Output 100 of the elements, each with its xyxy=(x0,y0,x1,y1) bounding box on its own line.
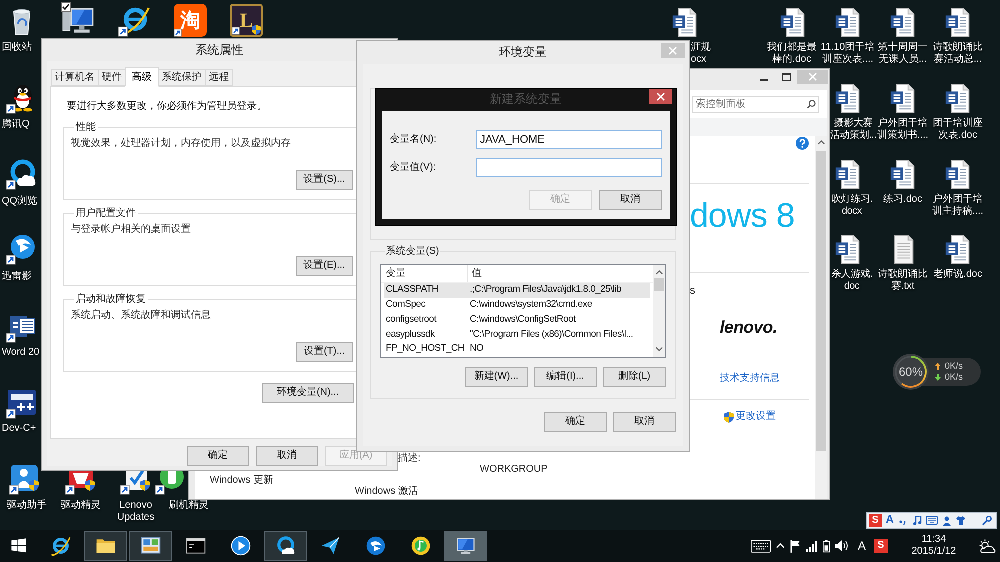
desktop-icon-label[interactable]: 驱动精灵 xyxy=(54,500,108,512)
input-field[interactable] xyxy=(476,158,662,177)
music-note-icon[interactable] xyxy=(912,516,922,526)
tab[interactable]: 远程 xyxy=(205,69,233,86)
input-method-logo[interactable]: S xyxy=(869,514,882,527)
help-icon[interactable] xyxy=(796,137,809,150)
field-label: 描述: xyxy=(398,453,421,464)
signal-icon[interactable] xyxy=(806,540,818,552)
person-icon[interactable] xyxy=(942,516,952,526)
scroll-down-icon[interactable] xyxy=(656,347,662,352)
desktop-icon-label[interactable]: 团干培训座次表.doc xyxy=(931,118,985,142)
desktop-icon-label[interactable]: 刷机精灵 xyxy=(162,500,216,512)
wrench-icon[interactable] xyxy=(982,516,992,526)
desktop-icon-label[interactable]: 摄影大赛活动策划... xyxy=(830,118,877,142)
desktop-icon-label[interactable]: 涯规ocx xyxy=(691,42,713,66)
shirt-icon[interactable] xyxy=(956,516,966,526)
computer-icon xyxy=(454,535,476,557)
desktop-icon-label[interactable]: 老师说.doc xyxy=(931,269,985,281)
desktop-icon-label[interactable]: 诗歌朗诵比赛.txt xyxy=(877,269,929,293)
desktop-icon-label[interactable]: Word 20 xyxy=(2,347,40,359)
notice-text: 要进行大多数更改，你必须作为管理员登录。 xyxy=(67,100,268,113)
video-player-icon xyxy=(230,535,252,557)
desktop-icon-label[interactable]: 户外团干培训策划书.... xyxy=(877,118,929,142)
caret-up-icon[interactable] xyxy=(776,543,785,549)
tab[interactable]: 计算机名 xyxy=(51,69,99,86)
delete-button[interactable]: 删除(L) xyxy=(603,367,666,387)
new-button[interactable]: 新建(W)... xyxy=(465,367,528,387)
speaker-icon[interactable] xyxy=(834,540,849,552)
desktop-icon-label[interactable]: 吹灯练习.docx xyxy=(830,194,874,218)
ok-button[interactable]: 确定 xyxy=(544,412,607,432)
edit-button[interactable]: 编辑(I)... xyxy=(534,367,597,387)
list-row[interactable]: CLASSPATH .;C:\Program Files\Java\jdk1.8.0_25\lib xyxy=(384,283,650,298)
cancel-button[interactable]: 取消 xyxy=(256,446,318,466)
battery-icon[interactable] xyxy=(822,540,830,552)
input-mode-label[interactable]: A xyxy=(858,540,866,552)
desktop-icon-label[interactable]: QQ浏览 xyxy=(2,196,38,208)
window-title: 系统属性 xyxy=(196,43,244,57)
environment-variables-button[interactable]: 环境变量(N)... xyxy=(262,383,354,403)
scroll-up-icon[interactable] xyxy=(818,140,824,145)
checkbox-icon[interactable] xyxy=(61,2,71,12)
driver-helper-icon[interactable] xyxy=(9,463,41,495)
support-link[interactable]: 技术支持信息 xyxy=(720,373,780,385)
column-header[interactable]: 变量 xyxy=(381,265,468,282)
desktop-icon-label[interactable]: 驱动助手 xyxy=(0,500,54,512)
list-row[interactable]: configsetroot C:\windows\ConfigSetRoot xyxy=(384,312,650,328)
input-method-logo[interactable]: S xyxy=(874,539,888,553)
tab[interactable]: 系统保护 xyxy=(158,69,206,86)
change-settings-link[interactable]: 更改设置 xyxy=(736,411,776,423)
settings-button[interactable]: 设置(E)... xyxy=(296,256,353,276)
desktop-icon-label[interactable]: 练习.doc xyxy=(877,194,929,206)
control-panel-icon xyxy=(140,535,162,557)
flag-icon[interactable] xyxy=(790,540,801,552)
desktop-icon-label[interactable]: 第十周周一无课人员... xyxy=(877,42,929,66)
cancel-button[interactable]: 取消 xyxy=(613,412,676,432)
desktop-icon-label[interactable]: Dev-C+ xyxy=(2,423,36,435)
section-heading: Windows 更新 xyxy=(210,475,274,486)
usage-ring[interactable]: 60% xyxy=(893,354,929,390)
column-header[interactable]: 值 xyxy=(468,265,653,282)
download-speed: 0K/s xyxy=(945,372,964,383)
close-button[interactable] xyxy=(649,89,672,104)
desktop-icon-label[interactable]: Lenovo Updates xyxy=(109,500,163,524)
taskbar-button[interactable] xyxy=(84,531,127,561)
scroll-up-icon[interactable] xyxy=(656,270,662,275)
desktop-icon-label[interactable]: 杀人游戏.doc xyxy=(830,269,874,293)
desktop-icon-label[interactable]: 户外团干培训主持稿.... xyxy=(931,194,985,218)
desktop-icon-label[interactable]: 腾讯Q xyxy=(2,119,30,131)
field-label: s xyxy=(690,285,696,297)
code-editor-icon[interactable] xyxy=(6,387,38,419)
app-logo[interactable]: L xyxy=(230,4,263,37)
clock-button[interactable]: 11:34 2015/1/12 xyxy=(905,534,963,558)
settings-button[interactable]: 设置(S)... xyxy=(296,170,353,190)
desktop-icon-label[interactable]: 11.10团干培训座次表.... xyxy=(820,42,876,66)
desktop-icon-label[interactable]: 回收站 xyxy=(2,42,32,54)
scrollbar-thumb[interactable] xyxy=(816,151,826,451)
desktop-icon-label[interactable]: 诗歌朗诵比赛活动总... xyxy=(931,42,985,66)
edition-logo: dows 8 xyxy=(690,198,795,234)
scrollbar-thumb[interactable] xyxy=(654,278,664,291)
input-mode-label[interactable]: A xyxy=(886,515,894,526)
browser-icon[interactable] xyxy=(6,158,38,190)
list-row[interactable]: easyplussdk "C:\Program Files (x86)\Common Files\l... xyxy=(384,327,650,342)
maximize-icon xyxy=(782,73,790,81)
desktop-icon-label[interactable]: 迅雷影 xyxy=(2,271,32,283)
list-row[interactable]: FP_NO_HOST_CH NO xyxy=(384,342,650,357)
scrollbar[interactable] xyxy=(815,136,827,499)
taskbar-button[interactable] xyxy=(264,531,307,561)
desktop-icon-label[interactable]: 我们都是最棒的.doc xyxy=(765,42,819,66)
input-field[interactable]: JAVA_HOME xyxy=(476,130,662,149)
windows-logo-icon xyxy=(11,538,27,554)
tab[interactable]: 硬件 xyxy=(98,69,126,86)
scrollbar[interactable] xyxy=(653,265,665,357)
settings-button[interactable]: 设置(T)... xyxy=(296,342,353,362)
video-player-icon[interactable] xyxy=(6,233,38,265)
weather-icon[interactable] xyxy=(978,538,996,554)
browser-icon xyxy=(274,535,296,557)
cancel-button[interactable]: 取消 xyxy=(599,190,662,210)
list-row[interactable]: ComSpec C:\windows\system32\cmd.exe xyxy=(384,298,650,313)
ok-button[interactable]: 确定 xyxy=(187,446,249,466)
taskbar-button[interactable] xyxy=(129,531,172,561)
close-icon xyxy=(669,46,677,54)
tab[interactable]: 高级 xyxy=(125,67,159,87)
